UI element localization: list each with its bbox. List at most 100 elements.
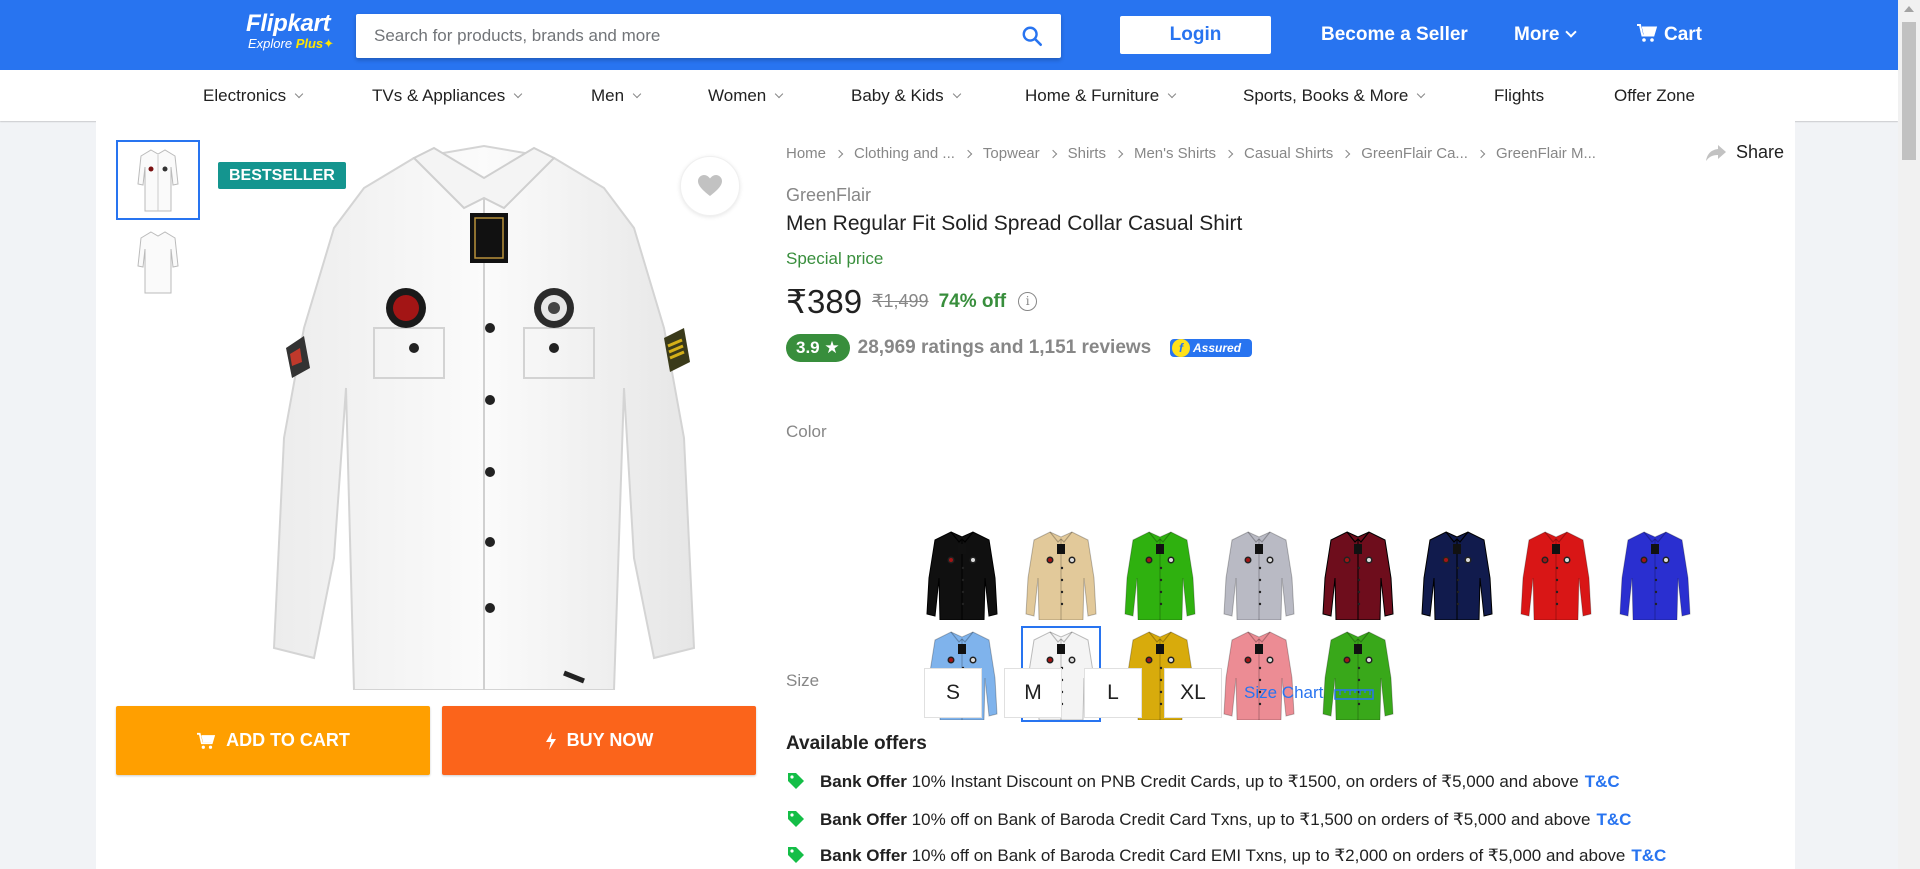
color-swatch[interactable]	[1318, 526, 1398, 622]
color-swatch[interactable]	[1219, 626, 1299, 722]
cart-label: Cart	[1664, 24, 1703, 45]
flipkart-logo[interactable]: Flipkart Explore Plus✦	[246, 12, 334, 52]
category-bar: Electronics TVs & Appliances Men Women B…	[0, 70, 1898, 121]
product-thumbnail[interactable]	[116, 222, 200, 302]
rating-row: 3.9 ★ 28,969 ratings and 1,151 reviews f …	[786, 334, 1252, 362]
category-electronics[interactable]: Electronics	[203, 85, 304, 107]
offer-type: Bank Offer	[820, 846, 907, 865]
category-men[interactable]: Men	[591, 85, 642, 107]
category-tvs-appliances[interactable]: TVs & Appliances	[372, 85, 523, 107]
color-swatch[interactable]	[1021, 526, 1101, 622]
category-label: Sports, Books & More	[1243, 86, 1409, 105]
breadcrumb-item[interactable]: Men's Shirts	[1134, 145, 1216, 162]
color-swatch[interactable]	[1120, 526, 1200, 622]
more-menu[interactable]: More	[1514, 22, 1578, 48]
offer-text: 10% off on Bank of Baroda Credit Card Tx…	[911, 810, 1591, 829]
offer-tag-icon	[788, 847, 804, 863]
chevron-down-icon	[632, 89, 642, 99]
logo-subtext: Explore Plus✦	[248, 36, 334, 52]
offer-item: Bank Offer 10% off on Bank of Baroda Cre…	[786, 845, 1666, 867]
become-seller-link[interactable]: Become a Seller	[1321, 22, 1468, 48]
heart-icon	[698, 175, 722, 196]
share-button[interactable]: Share	[1706, 141, 1784, 163]
category-label: Electronics	[203, 86, 287, 105]
breadcrumb-item[interactable]: Casual Shirts	[1244, 145, 1333, 162]
breadcrumb-item[interactable]: GreenFlair M...	[1496, 145, 1596, 162]
scrollbar-thumb[interactable]	[1902, 22, 1916, 160]
shirt-color-image	[1619, 531, 1691, 620]
selling-price: ₹389	[786, 283, 863, 320]
color-swatch[interactable]	[922, 526, 1002, 622]
size-chart-link[interactable]: Size Chart	[1244, 682, 1374, 704]
color-swatch[interactable]	[1516, 526, 1596, 622]
breadcrumb-item[interactable]: GreenFlair Ca...	[1361, 145, 1468, 162]
category-home-furniture[interactable]: Home & Furniture	[1025, 85, 1177, 107]
more-label: More	[1514, 24, 1560, 45]
color-swatch[interactable]	[1219, 526, 1299, 622]
discount-percent: 74% off	[938, 290, 1007, 312]
cart-icon	[197, 732, 216, 749]
offer-type: Bank Offer	[820, 772, 907, 791]
offer-tc-link[interactable]: T&C	[1585, 772, 1620, 791]
product-thumbnail[interactable]	[116, 140, 200, 220]
chevron-right-icon	[1341, 149, 1351, 159]
breadcrumb-item[interactable]: Topwear	[983, 145, 1040, 162]
size-option-s[interactable]: S	[924, 668, 982, 718]
shirt-thumbnail-image	[137, 149, 179, 212]
breadcrumb-item[interactable]: Clothing and ...	[854, 145, 955, 162]
size-option-l[interactable]: L	[1084, 668, 1142, 718]
size-option-xl[interactable]: XL	[1164, 668, 1222, 718]
rating-badge[interactable]: 3.9 ★	[786, 334, 850, 362]
shirt-thumbnail-back-image	[137, 231, 179, 294]
scroll-up-arrow-icon[interactable]	[1904, 6, 1914, 12]
search-input[interactable]	[374, 14, 994, 58]
shirt-color-image	[1025, 531, 1097, 620]
shirt-color-image	[1124, 531, 1196, 620]
ratings-reviews-count[interactable]: 28,969 ratings and 1,151 reviews	[858, 337, 1152, 358]
buy-now-label: BUY NOW	[566, 730, 654, 750]
offer-type: Bank Offer	[820, 810, 907, 829]
share-icon	[1706, 145, 1726, 161]
available-offers-heading: Available offers	[786, 733, 927, 754]
chevron-right-icon	[1048, 149, 1057, 159]
chevron-down-icon	[775, 89, 784, 99]
offer-item: Bank Offer 10% Instant Discount on PNB C…	[786, 771, 1620, 793]
category-flights[interactable]: Flights	[1494, 85, 1544, 107]
cart-button[interactable]: Cart	[1636, 22, 1702, 48]
size-option-m[interactable]: M	[1004, 668, 1062, 718]
chevron-right-icon	[1114, 149, 1124, 159]
offer-tc-link[interactable]: T&C	[1596, 810, 1631, 829]
offer-tc-link[interactable]: T&C	[1631, 846, 1666, 865]
buy-now-button[interactable]: BUY NOW	[442, 706, 756, 775]
color-swatch[interactable]	[1417, 526, 1497, 622]
category-sports-books[interactable]: Sports, Books & More	[1243, 85, 1426, 107]
product-main-image[interactable]	[264, 138, 704, 690]
breadcrumb-item[interactable]: Home	[786, 145, 826, 162]
assured-label: Assured	[1192, 341, 1242, 355]
chevron-down-icon	[952, 89, 961, 99]
shirt-color-image	[926, 531, 998, 620]
breadcrumb-item[interactable]: Shirts	[1068, 145, 1106, 162]
page-scrollbar[interactable]	[1898, 0, 1920, 869]
category-label: Offer Zone	[1614, 86, 1695, 105]
color-swatch[interactable]	[1615, 526, 1695, 622]
search-bar	[356, 14, 1061, 58]
search-icon[interactable]	[1021, 25, 1043, 47]
category-offer-zone[interactable]: Offer Zone	[1614, 85, 1695, 107]
info-icon[interactable]: i	[1018, 292, 1038, 311]
category-label: Women	[708, 86, 767, 105]
offer-tag-icon	[788, 811, 804, 827]
wishlist-button[interactable]	[680, 156, 740, 216]
chevron-right-icon	[834, 149, 844, 159]
add-to-cart-button[interactable]: ADD TO CART	[116, 706, 430, 775]
shirt-color-image	[1421, 531, 1493, 620]
login-button[interactable]: Login	[1120, 16, 1271, 54]
rating-value: 3.9	[796, 338, 820, 357]
chevron-right-icon	[1476, 149, 1486, 159]
color-swatch[interactable]	[1318, 626, 1398, 722]
category-baby-kids[interactable]: Baby & Kids	[851, 85, 961, 107]
category-label: Men	[591, 86, 625, 105]
logo-text: Flipkart	[246, 10, 331, 37]
category-women[interactable]: Women	[708, 85, 784, 107]
product-brand[interactable]: GreenFlair	[786, 184, 871, 206]
